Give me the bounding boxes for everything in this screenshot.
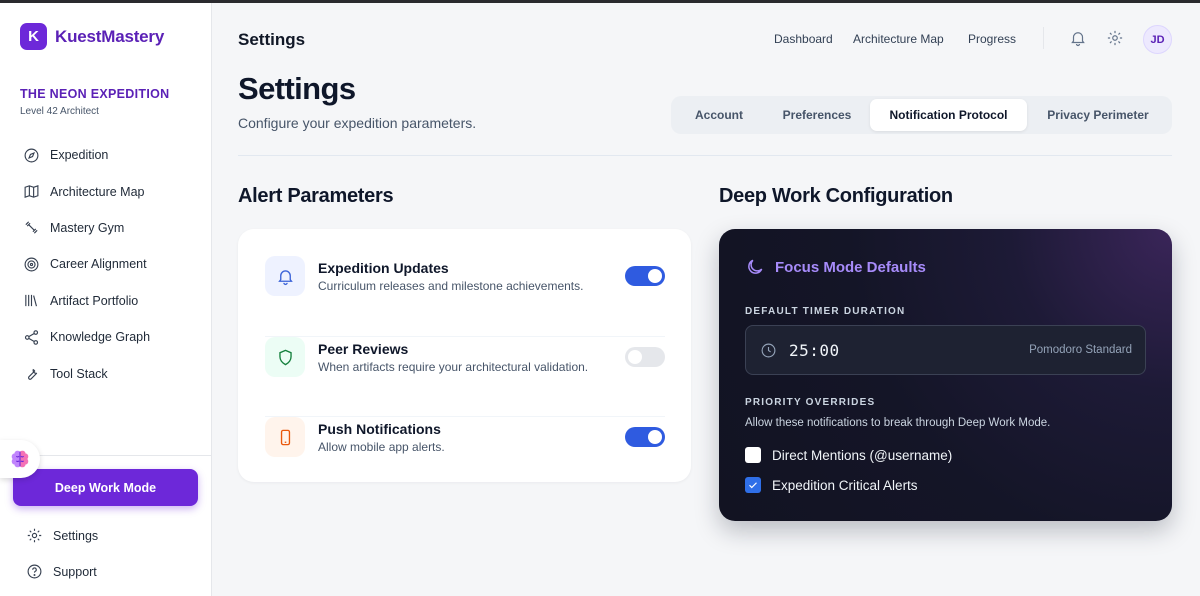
sidebar-item-label: Career Alignment xyxy=(50,257,147,272)
checkbox-label: Direct Mentions (@username) xyxy=(772,447,953,463)
brain-assistant-button[interactable] xyxy=(0,440,40,478)
sidebar-item-knowledge-graph[interactable]: Knowledge Graph xyxy=(0,319,212,355)
alert-row-peer-reviews: Peer Reviews When artifacts require your… xyxy=(265,336,665,416)
peer-reviews-toggle[interactable] xyxy=(625,347,665,367)
settings-button[interactable] xyxy=(1106,29,1124,47)
page-subtitle: Configure your expedition parameters. xyxy=(238,115,477,131)
sidebar-item-career-alignment[interactable]: Career Alignment xyxy=(0,246,212,282)
header-divider xyxy=(238,155,1172,156)
top-nav-progress[interactable]: Progress xyxy=(968,32,1016,46)
sidebar-item-label: Artifact Portfolio xyxy=(50,293,139,308)
sidebar-item-label: Settings xyxy=(53,528,99,543)
sidebar-item-artifact-portfolio[interactable]: Artifact Portfolio xyxy=(0,283,212,319)
alert-icon-box xyxy=(265,417,305,457)
expedition-updates-toggle[interactable] xyxy=(625,266,665,286)
alert-icon-box xyxy=(265,337,305,377)
deep-work-heading: Deep Work Configuration xyxy=(719,185,953,207)
sidebar-item-tool-stack[interactable]: Tool Stack xyxy=(0,355,212,391)
sidebar-item-label: Expedition xyxy=(50,148,109,163)
sidebar-item-mastery-gym[interactable]: Mastery Gym xyxy=(0,210,212,246)
expedition-level: Level 42 Architect xyxy=(20,106,99,117)
checkbox-label: Expedition Critical Alerts xyxy=(772,477,918,493)
alert-description: Curriculum releases and milestone achiev… xyxy=(318,279,584,293)
brand-logo: K xyxy=(20,23,47,50)
compass-icon xyxy=(24,148,39,163)
toggle-knob xyxy=(648,430,662,444)
focus-mode-card: Focus Mode Defaults DEFAULT TIMER DURATI… xyxy=(719,229,1172,521)
focus-mode-header: Focus Mode Defaults xyxy=(745,257,926,277)
tab-account[interactable]: Account xyxy=(674,99,764,131)
sidebar: K KuestMastery THE NEON EXPEDITION Level… xyxy=(0,3,212,596)
priority-overrides-description: Allow these notifications to break throu… xyxy=(745,417,1051,429)
clock-icon xyxy=(761,343,776,358)
sidebar-item-label: Knowledge Graph xyxy=(50,330,151,345)
top-nav-dashboard[interactable]: Dashboard xyxy=(774,32,833,46)
brain-icon xyxy=(11,450,29,468)
library-icon xyxy=(25,295,38,307)
dumbbell-icon xyxy=(25,221,38,235)
topbar-title: Settings xyxy=(238,30,306,49)
sidebar-item-settings[interactable]: Settings xyxy=(26,527,98,544)
gear-icon xyxy=(27,528,42,543)
brand-name: KuestMastery xyxy=(55,26,165,46)
brand[interactable]: K KuestMastery xyxy=(20,23,164,50)
timer-label: DEFAULT TIMER DURATION xyxy=(745,306,906,317)
alert-row-push-notifications: Push Notifications Allow mobile app aler… xyxy=(265,416,665,496)
critical-alerts-checkbox[interactable] xyxy=(745,477,761,493)
expedition-title: THE NEON EXPEDITION xyxy=(20,87,170,101)
alert-parameters-card: Expedition Updates Curriculum releases a… xyxy=(238,229,691,482)
target-icon xyxy=(24,257,39,272)
direct-mentions-checkbox[interactable] xyxy=(745,447,761,463)
sidebar-item-label: Tool Stack xyxy=(50,366,108,381)
smartphone-icon xyxy=(280,429,290,445)
alert-icon-box xyxy=(265,256,305,296)
help-circle-icon xyxy=(27,564,42,579)
avatar[interactable]: JD xyxy=(1143,25,1172,54)
share-graph-icon xyxy=(24,329,39,345)
page-title: Settings xyxy=(238,71,356,106)
push-notifications-toggle[interactable] xyxy=(625,427,665,447)
sidebar-item-architecture-map[interactable]: Architecture Map xyxy=(0,173,212,209)
moon-icon xyxy=(748,259,763,274)
map-icon xyxy=(24,185,39,199)
sidebar-item-expedition[interactable]: Expedition xyxy=(0,137,212,173)
tab-preferences[interactable]: Preferences xyxy=(764,99,870,131)
sidebar-item-label: Support xyxy=(53,564,97,579)
tab-privacy-perimeter[interactable]: Privacy Perimeter xyxy=(1027,99,1169,131)
deep-work-mode-button[interactable]: Deep Work Mode xyxy=(13,469,198,506)
override-critical-alerts[interactable]: Expedition Critical Alerts xyxy=(745,477,918,493)
alert-title: Peer Reviews xyxy=(318,341,409,357)
toggle-knob xyxy=(648,269,662,283)
toggle-knob xyxy=(628,350,642,364)
sidebar-item-label: Architecture Map xyxy=(50,184,145,199)
alert-row-expedition-updates: Expedition Updates Curriculum releases a… xyxy=(265,256,665,336)
timer-preset-note: Pomodoro Standard xyxy=(1029,344,1132,356)
gear-icon xyxy=(1107,30,1123,46)
sidebar-nav: Expedition Architecture Map Mastery Gym … xyxy=(0,137,212,392)
sidebar-item-support[interactable]: Support xyxy=(26,563,97,580)
settings-tabs: Account Preferences Notification Protoco… xyxy=(671,96,1172,134)
top-nav-architecture-map[interactable]: Architecture Map xyxy=(853,32,944,46)
checkmark-icon xyxy=(749,482,757,489)
shield-icon xyxy=(278,349,292,365)
notifications-button[interactable] xyxy=(1069,29,1087,47)
priority-overrides-label: PRIORITY OVERRIDES xyxy=(745,397,876,408)
override-direct-mentions[interactable]: Direct Mentions (@username) xyxy=(745,447,952,463)
timer-duration-field[interactable]: 25:00 Pomodoro Standard xyxy=(745,325,1146,375)
alert-title: Expedition Updates xyxy=(318,260,449,276)
tab-notification-protocol[interactable]: Notification Protocol xyxy=(870,99,1027,131)
alert-description: When artifacts require your architectura… xyxy=(318,360,589,374)
alert-description: Allow mobile app alerts. xyxy=(318,440,445,454)
sidebar-item-label: Mastery Gym xyxy=(50,220,125,235)
alert-title: Push Notifications xyxy=(318,421,441,437)
wrench-icon xyxy=(28,368,38,380)
bell-icon xyxy=(1071,32,1085,47)
alert-parameters-heading: Alert Parameters xyxy=(238,185,394,207)
bell-icon xyxy=(277,269,293,285)
topbar-divider xyxy=(1043,27,1044,49)
focus-mode-title: Focus Mode Defaults xyxy=(775,258,926,276)
timer-value: 25:00 xyxy=(789,341,840,360)
